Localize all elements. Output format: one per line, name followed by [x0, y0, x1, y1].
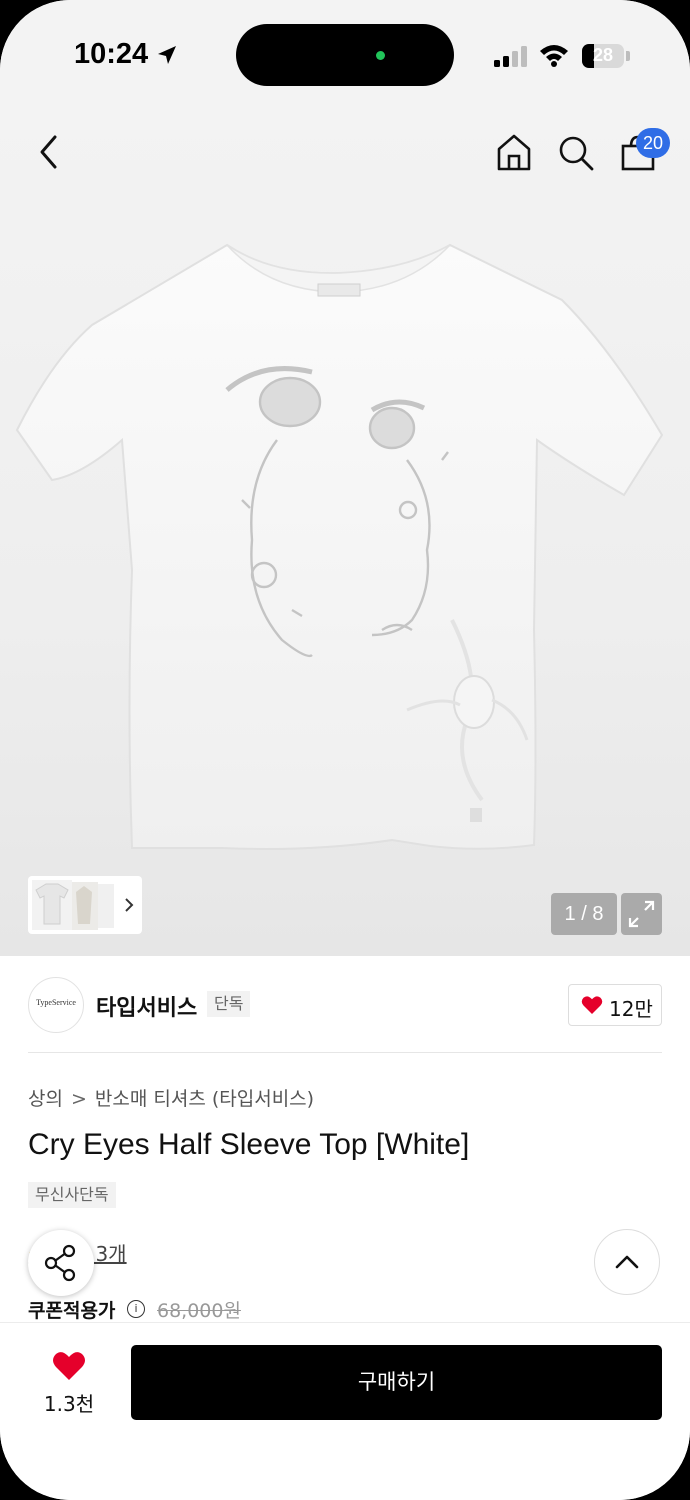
buy-button[interactable]: 구매하기 — [131, 1345, 662, 1420]
brand-logo[interactable]: TypeService — [28, 977, 84, 1033]
battery-icon: 28 — [582, 44, 624, 68]
wishlist-count: 1.3천 — [43, 1392, 95, 1416]
chevron-left-icon[interactable] — [34, 132, 64, 172]
phone-screen: 10:24 28 20 1 / 8 TypeService 타입서비스 단독 1… — [0, 0, 690, 1500]
search-icon[interactable] — [556, 133, 596, 173]
product-tag: 무신사단독 — [28, 1182, 116, 1208]
share-icon — [44, 1244, 76, 1282]
thumbnail-strip[interactable] — [28, 876, 142, 934]
dynamic-island — [236, 24, 454, 86]
original-price: 68,000원 — [157, 1300, 241, 1322]
status-bar: 10:24 28 — [0, 0, 690, 110]
breadcrumb-category[interactable]: 상의 — [28, 1088, 63, 1110]
expand-icon — [628, 900, 655, 928]
product-image[interactable] — [12, 240, 672, 860]
heart-icon — [581, 996, 603, 1014]
scroll-to-top-button[interactable] — [594, 1229, 660, 1295]
divider — [28, 1052, 662, 1053]
chevron-right-icon: > — [70, 1088, 87, 1110]
info-icon[interactable]: i — [127, 1300, 145, 1318]
home-icon[interactable] — [494, 132, 534, 172]
cellular-signal-icon — [494, 46, 527, 67]
heart-icon[interactable] — [52, 1350, 86, 1382]
breadcrumb: 상의 > 반소매 티셔츠 (타입서비스) — [28, 1084, 314, 1111]
brand-logo-text: TypeService — [36, 998, 76, 1007]
wifi-icon — [540, 45, 568, 67]
exclusive-badge: 단독 — [207, 991, 251, 1017]
image-page-indicator: 1 / 8 — [551, 893, 617, 935]
share-button[interactable] — [28, 1230, 94, 1296]
cart-count-badge: 20 — [636, 128, 670, 158]
camera-indicator — [376, 51, 385, 60]
location-arrow-icon — [158, 46, 176, 64]
brand-like-count: 12만 — [609, 997, 653, 1021]
battery-level: 28 — [592, 45, 614, 65]
brand-like-button[interactable]: 12만 — [568, 984, 662, 1026]
chevron-right-icon — [125, 898, 134, 912]
product-title: Cry Eyes Half Sleeve Top [White] — [28, 1128, 470, 1161]
status-time: 10:24 — [74, 38, 149, 70]
thumbnail-images — [32, 880, 134, 930]
expand-button[interactable] — [621, 893, 662, 935]
breadcrumb-subcategory[interactable]: 반소매 티셔츠 (타입서비스) — [95, 1088, 314, 1110]
coupon-price-label: 쿠폰적용가 — [28, 1300, 116, 1322]
brand-name[interactable]: 타입서비스 — [96, 990, 197, 1022]
chevron-up-icon — [615, 1255, 639, 1269]
